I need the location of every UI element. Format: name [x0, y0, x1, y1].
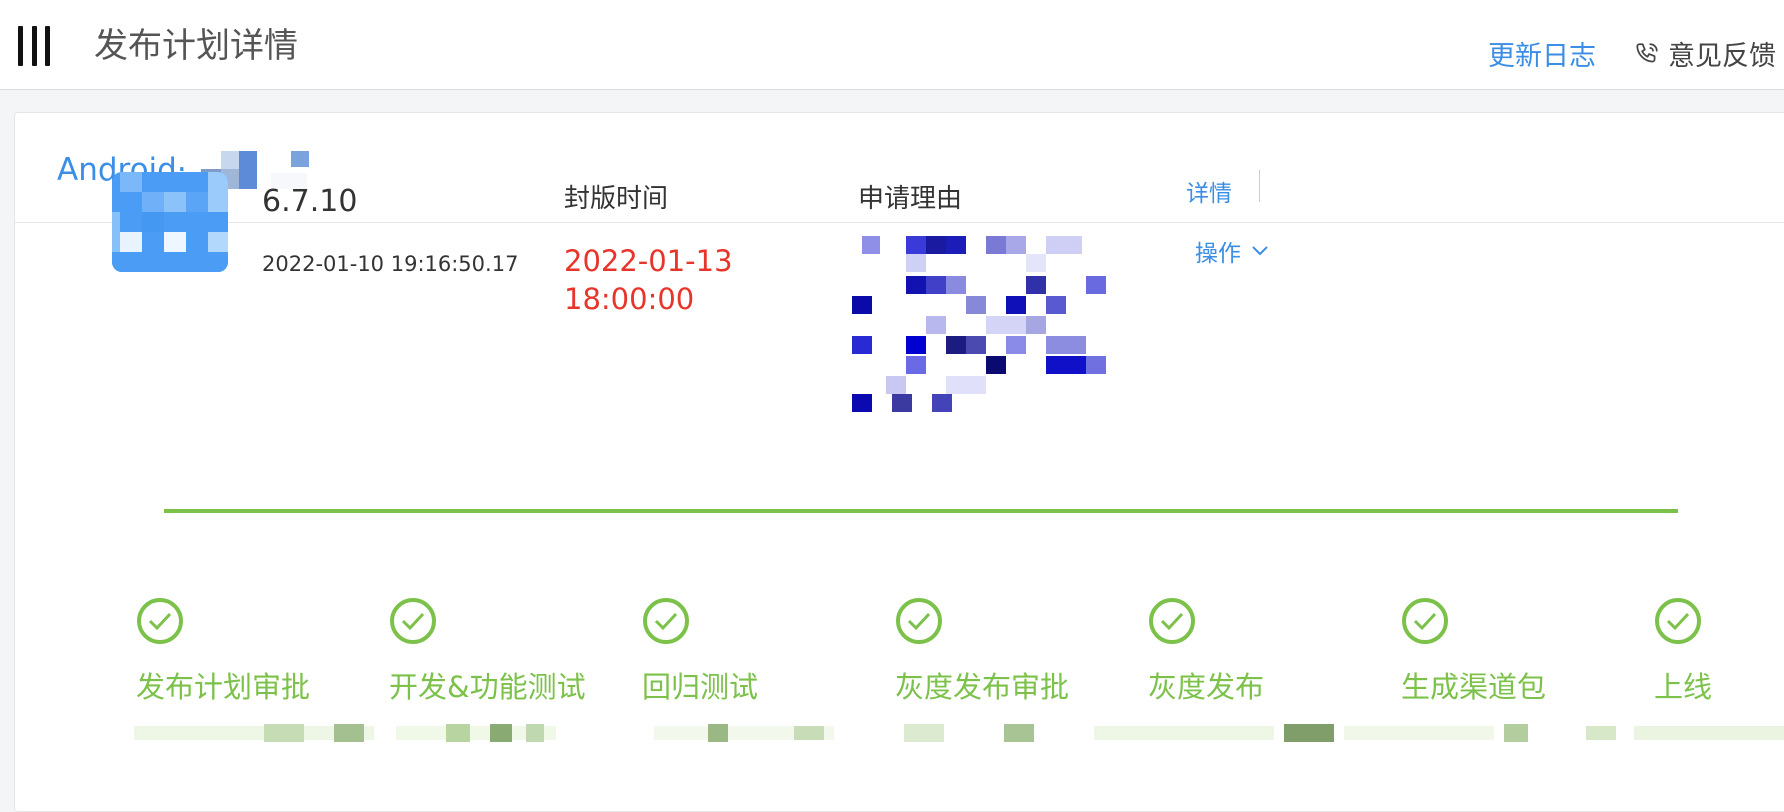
step-7-label: 上线 [1654, 670, 1713, 704]
step-5-check-icon [1149, 598, 1195, 644]
operations-label: 操作 [1195, 241, 1241, 267]
top-bar: 发布计划详情 更新日志 意见反馈 [0, 0, 1784, 90]
step-1-label: 发布计划审批 [136, 670, 311, 704]
freeze-time-label: 封版时间 [564, 184, 669, 214]
operations-dropdown[interactable]: 操作 [1195, 234, 1269, 268]
step-3-label: 回归测试 [642, 670, 759, 704]
step-connector [164, 509, 1678, 513]
reason-label: 申请理由 [858, 184, 963, 214]
detail-link[interactable]: 详情 [1186, 174, 1232, 208]
changelog-link[interactable]: 更新日志 [1488, 34, 1596, 73]
app-icon [112, 172, 228, 272]
redacted-reason [852, 232, 1132, 412]
step-2-label: 开发&功能测试 [389, 670, 586, 704]
redacted-step-times [134, 722, 1784, 744]
step-3-check-icon [643, 598, 689, 644]
step-6-check-icon [1402, 598, 1448, 644]
freeze-time-value: 2022-01-13 18:00:00 [564, 244, 733, 316]
page-title: 发布计划详情 [94, 26, 298, 66]
chevron-down-icon [1252, 246, 1268, 256]
feedback-link[interactable]: 意见反馈 [1634, 34, 1776, 73]
menu-icon[interactable] [18, 26, 50, 66]
step-2-check-icon [390, 598, 436, 644]
step-5-label: 灰度发布 [1148, 670, 1265, 704]
step-6-label: 生成渠道包 [1401, 670, 1547, 704]
step-4-check-icon [896, 598, 942, 644]
step-7-check-icon [1655, 598, 1701, 644]
link-divider [1259, 170, 1260, 202]
created-time: 2022-01-10 19:16:50.17 [262, 252, 519, 276]
phone-icon [1636, 42, 1658, 62]
version-number: 6.7.10 [262, 184, 358, 219]
step-4-label: 灰度发布审批 [895, 670, 1070, 704]
step-1-check-icon [137, 598, 183, 644]
feedback-label: 意见反馈 [1668, 41, 1776, 72]
